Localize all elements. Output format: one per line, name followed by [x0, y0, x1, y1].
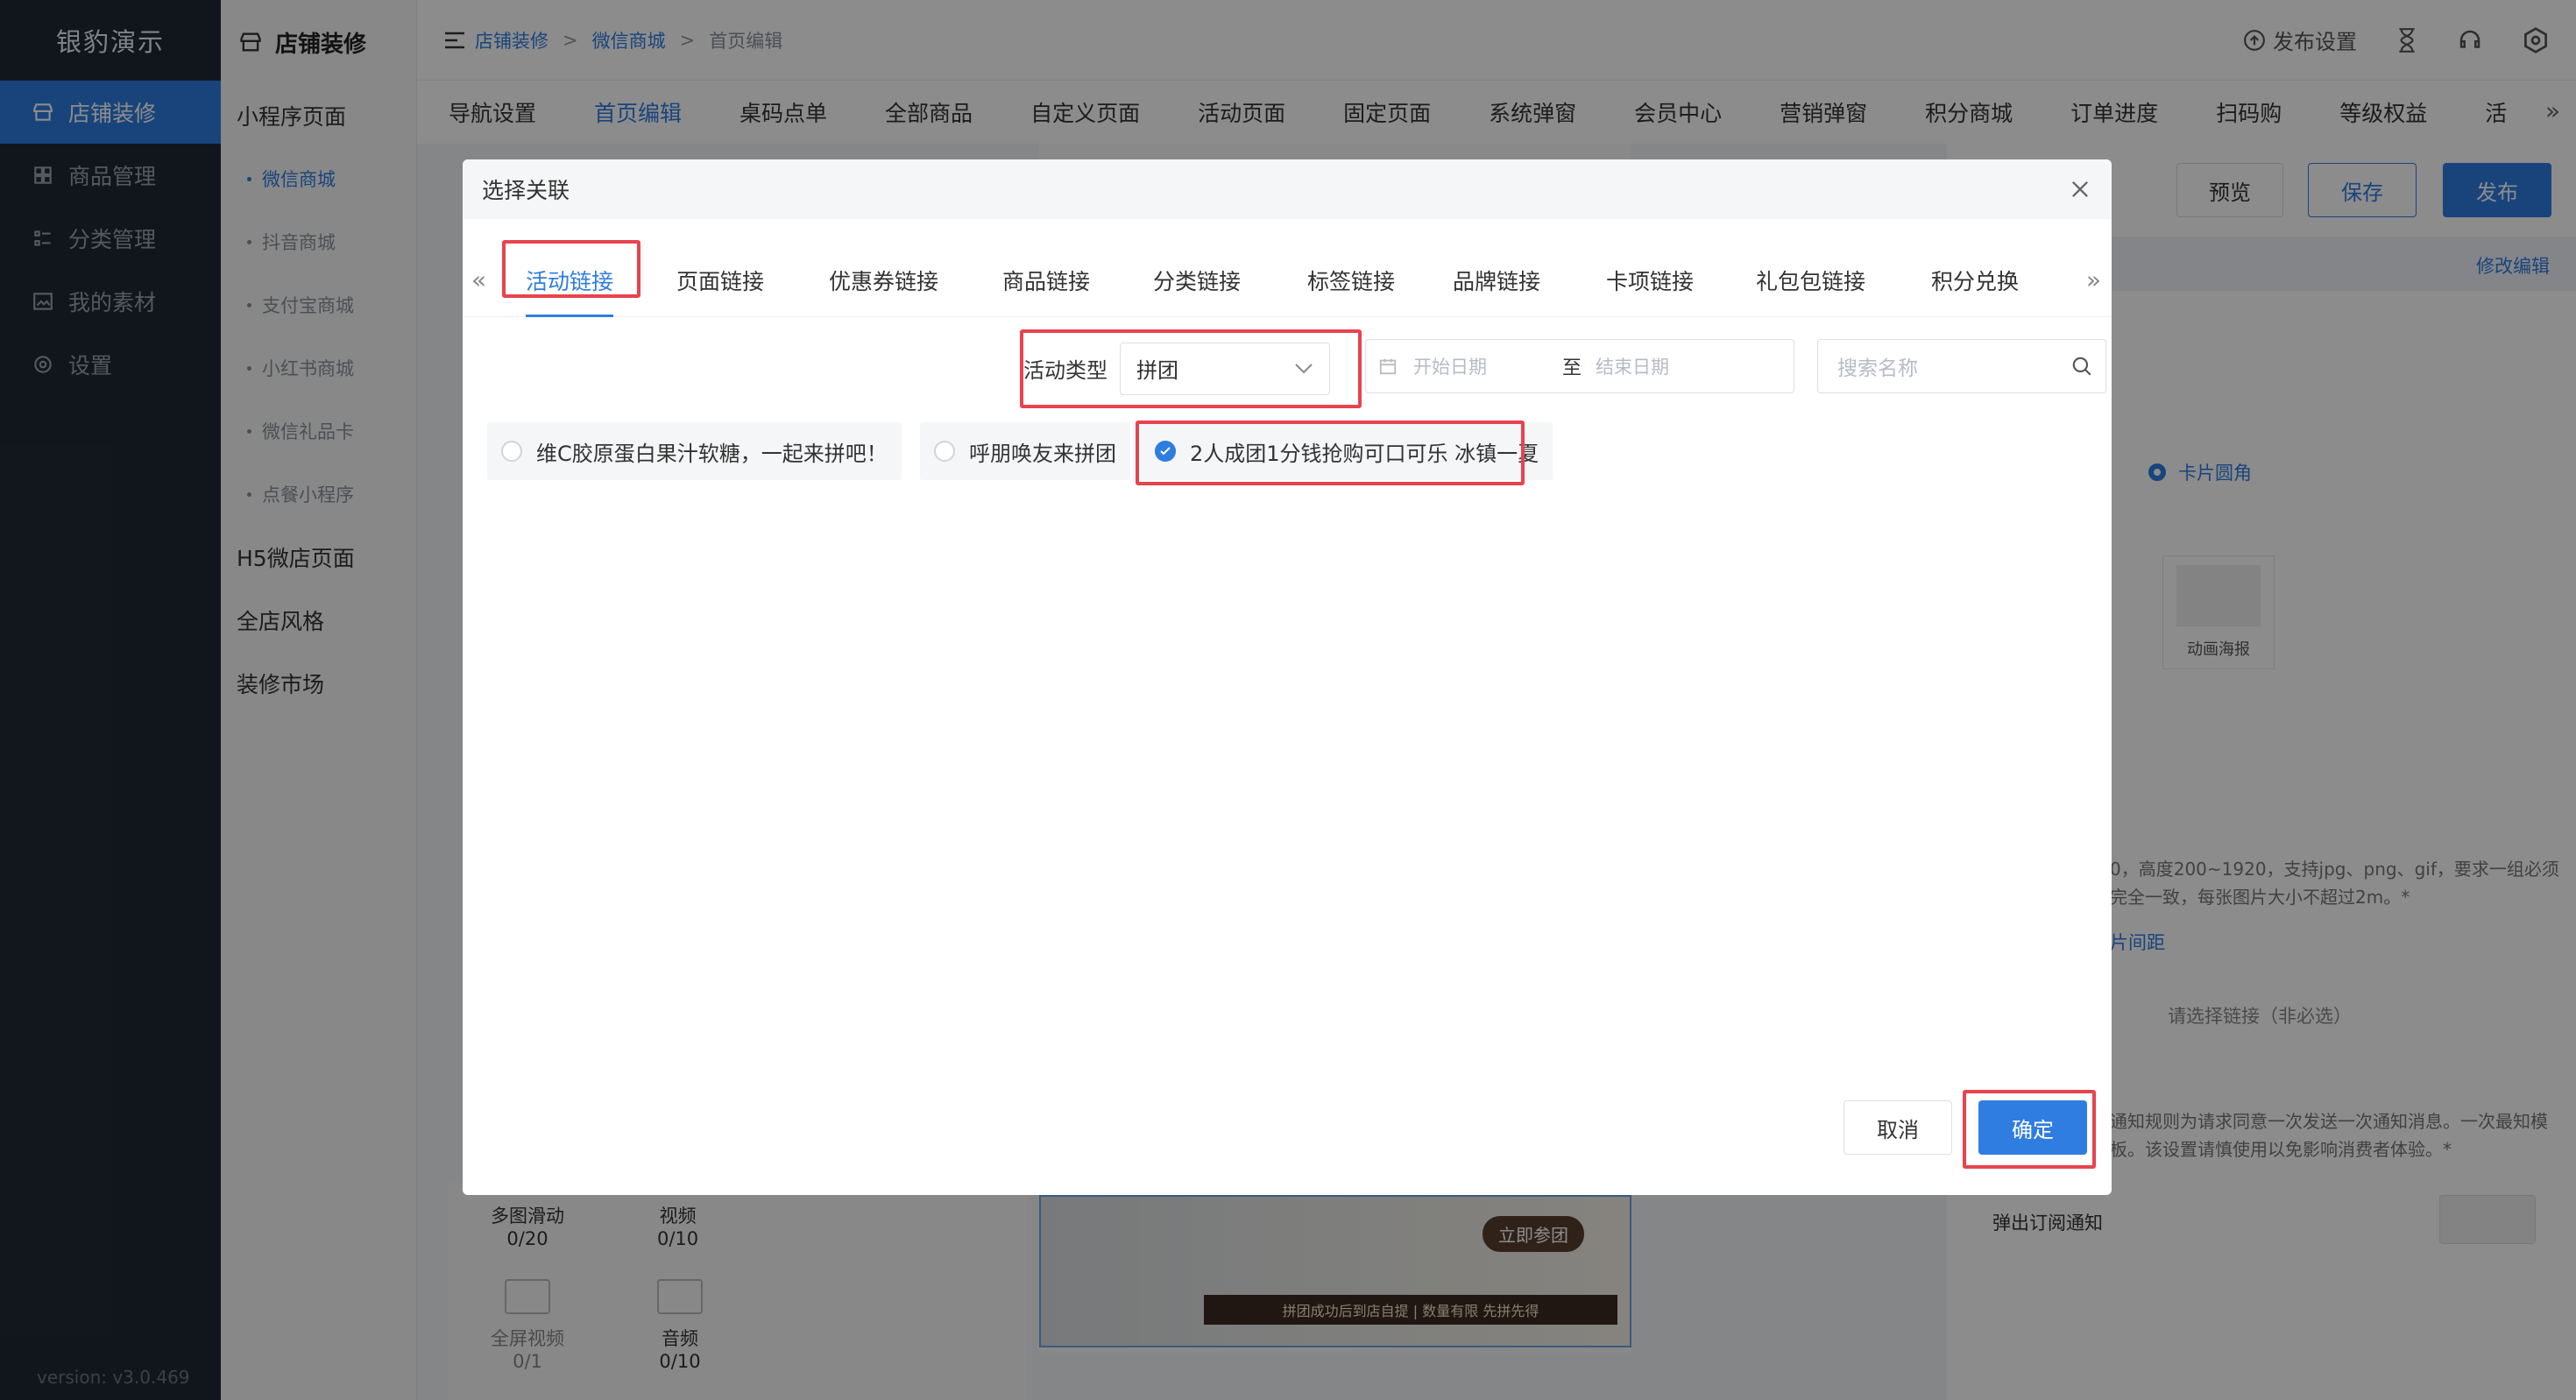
link-tab[interactable]: 商品链接 — [1002, 244, 1090, 317]
activity-option-label: 维C胶原蛋白果汁软糖，一起来拼吧！ — [536, 441, 888, 466]
end-date-placeholder[interactable]: 结束日期 — [1596, 353, 1669, 379]
radio-icon[interactable] — [501, 441, 522, 462]
link-tab[interactable]: 标签链接 — [1307, 244, 1395, 317]
link-tab[interactable]: 礼包包链接 — [1756, 244, 1865, 317]
highlight-selected-option — [1136, 421, 1525, 485]
start-date-placeholder[interactable]: 开始日期 — [1413, 353, 1562, 379]
select-link-dialog: 选择关联 « » 活动链接 页面链接 优惠券链接 商品链接 分类链接 标签链接 品牌链接 卡项… — [463, 159, 2112, 1195]
dialog-title: 选择关联 — [482, 178, 570, 203]
search-placeholder: 搜索名称 — [1837, 357, 1918, 380]
link-tab[interactable]: 积分兑换 — [1931, 244, 2019, 317]
close-icon[interactable] — [2068, 177, 2092, 202]
tabs-scroll-left-icon[interactable]: « — [471, 265, 486, 294]
highlight-active-tab — [502, 240, 640, 298]
link-tab[interactable]: 优惠券链接 — [829, 244, 938, 317]
link-tab[interactable]: 品牌链接 — [1453, 244, 1540, 317]
link-tab[interactable]: 卡项链接 — [1606, 244, 1694, 317]
highlight-activity-type — [1020, 329, 1362, 408]
activity-option[interactable]: 维C胶原蛋白果汁软糖，一起来拼吧！ — [487, 422, 902, 480]
dialog-header: 选择关联 — [463, 159, 2112, 219]
search-name-input[interactable]: 搜索名称 — [1817, 339, 2106, 393]
highlight-confirm-button — [1963, 1090, 2096, 1169]
date-range-to: 至 — [1562, 357, 1582, 379]
activity-option[interactable]: 呼朋唤友来拼团 — [920, 422, 1130, 480]
radio-icon[interactable] — [934, 441, 955, 462]
link-tab[interactable]: 分类链接 — [1153, 244, 1241, 317]
calendar-icon — [1379, 358, 1397, 375]
link-type-tabs: « » 活动链接 页面链接 优惠券链接 商品链接 分类链接 标签链接 品牌链接 卡项链接 礼包包… — [463, 244, 2112, 317]
activity-option-label: 呼朋唤友来拼团 — [969, 441, 1116, 466]
date-range-picker[interactable]: 开始日期 至 结束日期 — [1365, 339, 1794, 393]
cancel-button[interactable]: 取消 — [1844, 1100, 1952, 1155]
link-tab[interactable]: 页面链接 — [676, 244, 764, 317]
search-icon[interactable] — [2070, 355, 2093, 378]
tabs-scroll-right-icon[interactable]: » — [2086, 265, 2101, 294]
